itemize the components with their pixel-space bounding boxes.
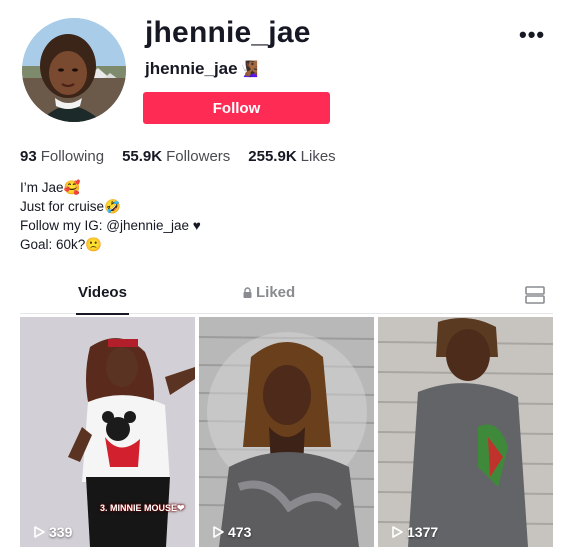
tab-videos-label: Videos (78, 284, 127, 301)
lock-icon (243, 287, 252, 298)
play-icon (34, 526, 45, 538)
handle-emoji: 🧏🏾‍♀️ (239, 61, 259, 78)
likes-count: 255.9K (248, 148, 297, 165)
bio-line: Follow my IG: @jhennie_jae ♥ (20, 218, 201, 233)
follow-button[interactable]: Follow (143, 92, 330, 124)
following-label: Following (40, 148, 105, 165)
avatar[interactable] (22, 18, 126, 122)
tab-liked-label: Liked (256, 284, 296, 301)
video-caption: 3. MINNIE MOUSE❤ (100, 503, 185, 513)
video-thumbnail-image (199, 317, 374, 547)
play-icon (392, 526, 403, 538)
bio-line: Just for cruise🤣 (20, 199, 121, 214)
likes-stat: 255.9K Likes (248, 148, 335, 165)
play-icon (213, 526, 224, 538)
profile-handle: jhennie_jae 🧏🏾‍♀️ (145, 59, 258, 79)
profile-stats: 93 Following 55.9K Followers 255.9K Likes (20, 148, 336, 165)
followers-stat[interactable]: 55.9K Followers (122, 148, 230, 165)
video-thumbnail[interactable]: 3. MINNIE MOUSE❤ 339 (20, 317, 195, 547)
video-thumbnail[interactable]: 473 (199, 317, 374, 547)
profile-tabs: Videos Liked (20, 284, 553, 315)
following-stat[interactable]: 93 Following (20, 148, 104, 165)
profile-handle-text: jhennie_jae (145, 59, 238, 78)
profile-bio: I’m Jae🥰 Just for cruise🤣 Follow my IG: … (20, 178, 201, 254)
bio-line: Goal: 60k?🙁 (20, 237, 103, 252)
profile-username: jhennie_jae (145, 16, 311, 49)
video-views: 1377 (392, 524, 438, 540)
video-views: 339 (34, 524, 72, 540)
video-view-count: 473 (228, 524, 252, 540)
layout-toggle-icon[interactable] (525, 286, 545, 304)
avatar-image (22, 18, 126, 122)
video-view-count: 1377 (407, 524, 439, 540)
video-views: 473 (213, 524, 251, 540)
video-grid: 3. MINNIE MOUSE❤ 339 473 1377 (20, 317, 553, 547)
following-count: 93 (20, 148, 37, 165)
followers-count: 55.9K (122, 148, 163, 165)
video-view-count: 339 (49, 524, 73, 540)
tab-videos[interactable]: Videos (76, 284, 129, 315)
bio-line: I’m Jae🥰 (20, 180, 81, 195)
video-thumbnail[interactable]: 1377 (378, 317, 553, 547)
likes-label: Likes (300, 148, 336, 165)
more-options-icon[interactable]: ••• (519, 22, 545, 48)
tab-liked[interactable]: Liked (242, 284, 295, 314)
followers-label: Followers (166, 148, 231, 165)
video-thumbnail-image (378, 317, 553, 547)
